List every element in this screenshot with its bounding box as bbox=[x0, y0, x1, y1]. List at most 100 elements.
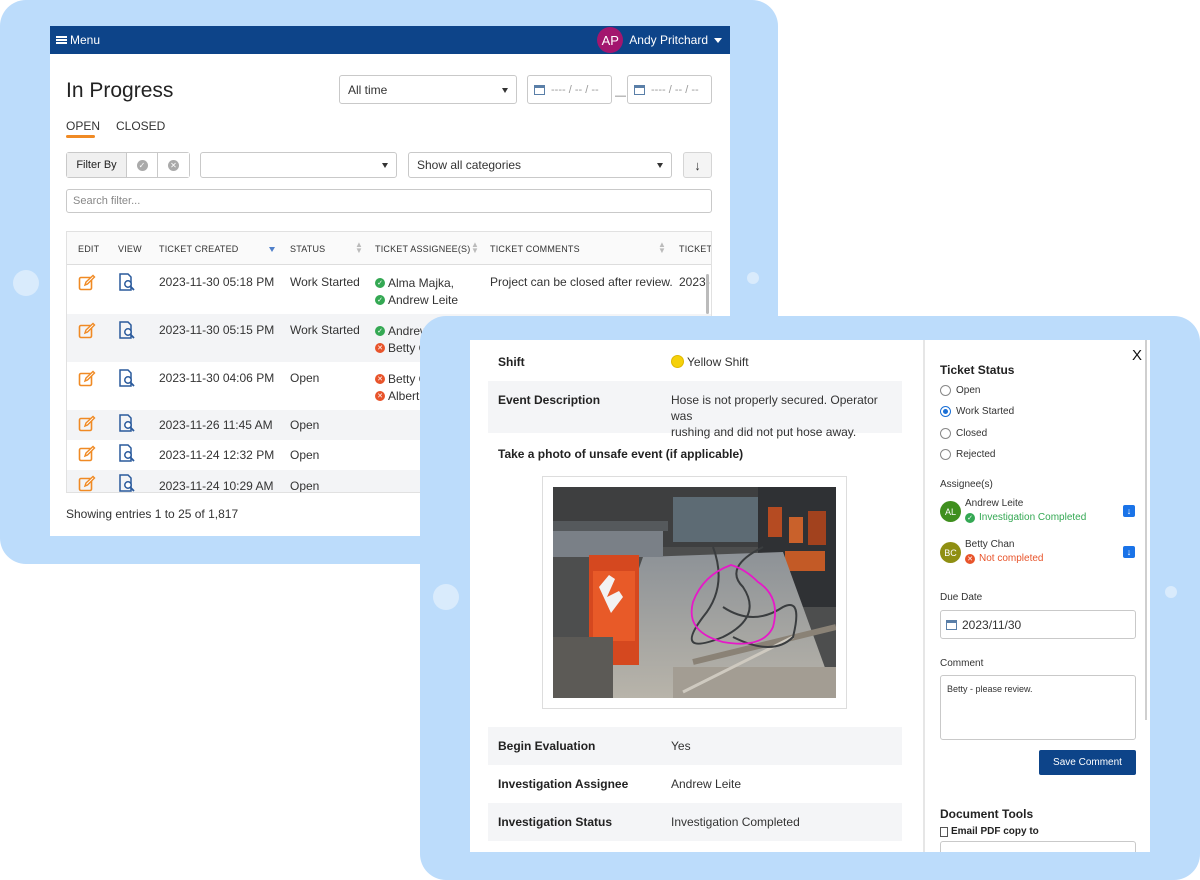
calendar-icon bbox=[534, 84, 545, 95]
table-scrollbar[interactable] bbox=[706, 274, 709, 314]
comment-value: Betty - please review. bbox=[947, 684, 1033, 694]
date-separator: — bbox=[615, 90, 626, 102]
user-name: Andy Pritchard bbox=[629, 33, 708, 47]
view-document-icon[interactable] bbox=[118, 273, 136, 292]
email-input[interactable] bbox=[940, 841, 1136, 852]
detail-value: Andrew Leite bbox=[671, 777, 742, 791]
edit-icon[interactable] bbox=[78, 475, 96, 493]
view-document-icon[interactable] bbox=[118, 321, 136, 340]
tab-closed[interactable]: CLOSED bbox=[116, 119, 165, 133]
filter-by-label: Filter By bbox=[67, 153, 127, 177]
radio-circle bbox=[940, 406, 951, 417]
edit-icon[interactable] bbox=[78, 445, 96, 463]
email-pdf-label: Email PDF copy to bbox=[940, 826, 1039, 837]
tablet-camera bbox=[747, 272, 759, 284]
view-document-icon[interactable] bbox=[118, 444, 136, 463]
check-circle-icon: ✓ bbox=[375, 325, 385, 336]
assignee-name: Andrew Leite bbox=[965, 498, 1024, 509]
detail-value: Investigation Completed bbox=[671, 815, 800, 829]
column-header-assignees[interactable]: TICKET ASSIGNEE(S) bbox=[375, 244, 470, 254]
status-radio-open[interactable]: Open bbox=[940, 385, 980, 396]
detail-row-investigation-status: Investigation Status Investigation Compl… bbox=[488, 803, 902, 841]
edit-icon[interactable] bbox=[78, 370, 96, 388]
date-from-input[interactable]: ---- / -- / -- bbox=[527, 75, 612, 104]
pagination-summary: Showing entries 1 to 25 of 1,817 bbox=[66, 507, 239, 521]
filter-exclude-button[interactable]: ✕ bbox=[158, 153, 189, 177]
close-circle-icon: ✕ bbox=[375, 342, 385, 353]
expand-down-icon[interactable]: ↓ bbox=[1123, 505, 1135, 517]
save-comment-button[interactable]: Save Comment bbox=[1039, 750, 1136, 775]
column-header-edit: EDIT bbox=[78, 244, 100, 254]
filter-include-button[interactable]: ✓ bbox=[127, 153, 158, 177]
category-select[interactable]: Show all categories bbox=[408, 152, 672, 178]
sort-arrows-icon: ▲ ▼ bbox=[471, 240, 480, 255]
assignee-name: Alma Majka, bbox=[388, 275, 455, 290]
column-header-comments[interactable]: TICKET COMMENTS bbox=[490, 244, 580, 254]
ticket-assignees: ✓ Alma Majka, ✓ Andrew Leite bbox=[375, 274, 458, 308]
tablet-home-button bbox=[433, 584, 459, 610]
menu-button[interactable]: Menu bbox=[56, 33, 100, 47]
column-header-status[interactable]: STATUS bbox=[290, 244, 325, 254]
status-radio-rejected[interactable]: Rejected bbox=[940, 449, 995, 460]
caret-down-icon bbox=[714, 37, 722, 43]
radio-label: Work Started bbox=[956, 406, 1015, 417]
menu-label: Menu bbox=[70, 33, 101, 47]
assignee-item: BC Betty Chan ✕ Not completed ↓ bbox=[940, 539, 1135, 569]
top-navbar: Menu AP Andy Pritchard bbox=[50, 26, 730, 54]
chevron-down-icon bbox=[382, 163, 388, 168]
user-menu[interactable]: AP Andy Pritchard bbox=[597, 27, 722, 53]
column-header-ticket-created[interactable]: TICKET CREATED bbox=[159, 244, 238, 254]
close-circle-icon: ✕ bbox=[375, 373, 385, 384]
ticket-status: Work Started bbox=[290, 323, 360, 337]
radio-circle bbox=[940, 385, 951, 396]
tab-open[interactable]: OPEN bbox=[66, 119, 100, 133]
close-button[interactable]: X bbox=[1132, 347, 1142, 364]
status-radio-closed[interactable]: Closed bbox=[940, 428, 987, 439]
detail-row-investigation-assignee: Investigation Assignee Andrew Leite bbox=[488, 765, 902, 803]
close-circle-icon: ✕ bbox=[375, 390, 385, 401]
edit-icon[interactable] bbox=[78, 322, 96, 340]
detail-value: Hose is not properly secured. Operator w… bbox=[671, 392, 902, 440]
detail-value: Yes bbox=[671, 739, 691, 753]
ticket-status-title: Ticket Status bbox=[940, 363, 1015, 377]
edit-icon[interactable] bbox=[78, 274, 96, 292]
ticket-actions-sidebar: X Ticket Status Open Work Started Closed… bbox=[925, 340, 1150, 852]
edit-icon[interactable] bbox=[78, 415, 96, 433]
ticket-details-panel: Shift Yellow Shift Event Description Hos… bbox=[470, 340, 923, 852]
ticket-status: Open bbox=[290, 479, 320, 493]
check-circle-icon: ✓ bbox=[375, 277, 385, 288]
document-tools-title: Document Tools bbox=[940, 807, 1034, 821]
search-input[interactable]: Search filter... bbox=[66, 189, 712, 213]
assignee-status: ✓ Investigation Completed bbox=[965, 512, 1086, 523]
ticket-status: Open bbox=[290, 371, 320, 385]
filter-by-group: Filter By ✓ ✕ bbox=[66, 152, 190, 178]
column-header-ticket[interactable]: TICKET bbox=[679, 244, 711, 254]
date-to-input[interactable]: ---- / -- / -- bbox=[627, 75, 712, 104]
comment-textarea[interactable]: Betty - please review. bbox=[940, 675, 1136, 740]
assignee-status: ✕ Not completed bbox=[965, 553, 1043, 564]
category-value: Show all categories bbox=[417, 158, 522, 172]
description-line: rushing and did not put hose away. bbox=[671, 425, 857, 439]
time-range-select[interactable]: All time bbox=[339, 75, 517, 104]
date-to-placeholder: ---- / -- / -- bbox=[651, 83, 699, 96]
ticket-created: 2023-11-30 05:18 PM bbox=[159, 275, 275, 289]
sort-arrows-icon: ▲ ▼ bbox=[658, 240, 667, 255]
status-radio-work-started[interactable]: Work Started bbox=[940, 406, 1014, 417]
view-document-icon[interactable] bbox=[118, 414, 136, 433]
assignees-title: Assignee(s) bbox=[940, 479, 993, 490]
view-document-icon[interactable] bbox=[118, 474, 136, 493]
tablet-camera bbox=[1165, 586, 1177, 598]
assignee-name: Albert bbox=[388, 388, 420, 403]
event-photo[interactable] bbox=[553, 487, 836, 698]
ticket-created: 2023-11-30 05:15 PM bbox=[159, 323, 275, 337]
event-photo-frame bbox=[542, 476, 847, 709]
radio-label: Rejected bbox=[956, 449, 996, 460]
sidebar-scrollbar[interactable] bbox=[1145, 340, 1147, 720]
view-document-icon[interactable] bbox=[118, 369, 136, 388]
sort-direction-button[interactable]: ↓ bbox=[683, 152, 712, 178]
due-date-input[interactable]: 2023/11/30 bbox=[940, 610, 1136, 639]
expand-down-icon[interactable]: ↓ bbox=[1123, 546, 1135, 558]
yellow-circle-icon bbox=[671, 355, 684, 368]
detail-row-shift: Shift Yellow Shift bbox=[488, 343, 902, 381]
filter-field-select[interactable] bbox=[200, 152, 397, 178]
